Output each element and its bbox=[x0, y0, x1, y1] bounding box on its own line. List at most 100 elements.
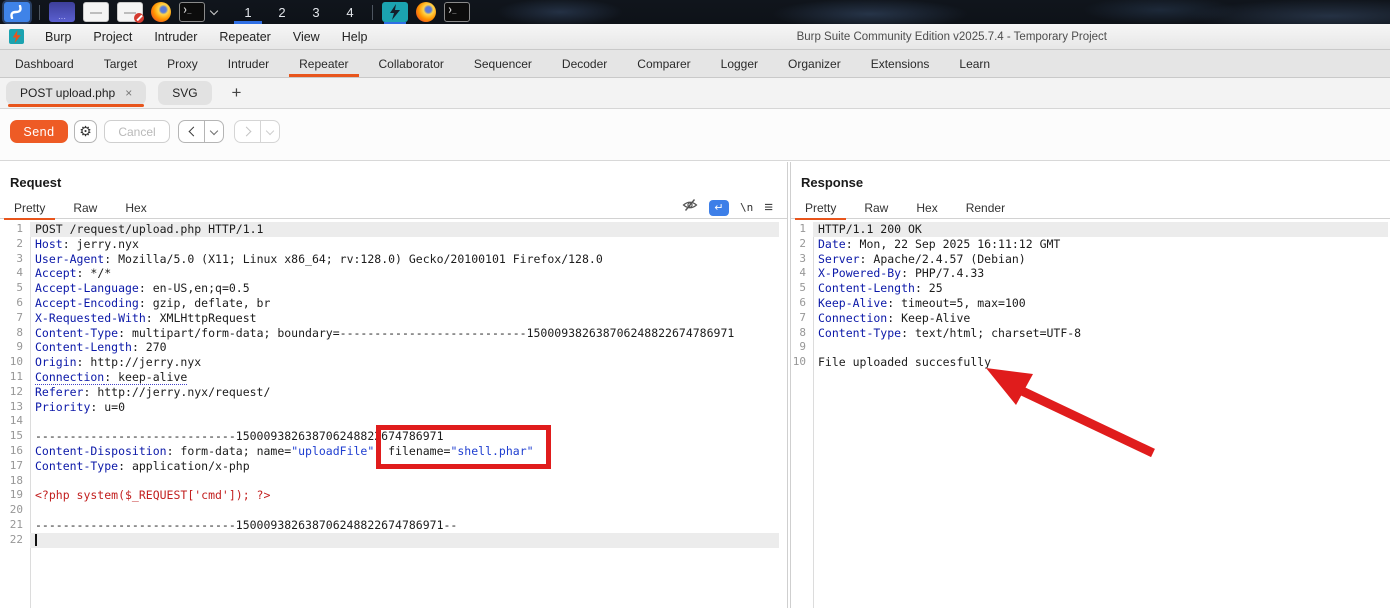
repeater-tab-post-upload[interactable]: POST upload.php × bbox=[6, 81, 146, 105]
main-tab[interactable]: Learn bbox=[944, 50, 1005, 77]
add-tab-button[interactable]: + bbox=[232, 81, 242, 105]
line-content: Referer: http://jerry.nyx/request/ bbox=[30, 385, 779, 400]
chevron-down-icon bbox=[266, 126, 274, 134]
main-tab[interactable]: Comparer bbox=[622, 50, 705, 77]
line-number: 5 bbox=[0, 281, 30, 296]
menu-item[interactable]: View bbox=[282, 24, 331, 50]
line-content bbox=[30, 503, 779, 518]
history-forward-dropdown[interactable] bbox=[261, 120, 280, 143]
burp-icon[interactable] bbox=[382, 2, 408, 22]
line-content: Origin: http://jerry.nyx bbox=[30, 355, 779, 370]
line-content: Date: Mon, 22 Sep 2025 16:11:12 GMT bbox=[813, 237, 1388, 252]
repeater-tab-bar: POST upload.php × SVG + bbox=[0, 78, 1390, 109]
workspace-button[interactable]: 1 bbox=[231, 0, 265, 24]
main-tab[interactable]: Repeater bbox=[284, 50, 363, 77]
menu-item[interactable]: Intruder bbox=[143, 24, 208, 50]
terminal-icon[interactable] bbox=[444, 2, 470, 22]
line-content: HTTP/1.1 200 OK bbox=[813, 222, 1388, 237]
workspace-button[interactable]: 2 bbox=[265, 0, 299, 24]
response-panel-title: Response bbox=[801, 175, 863, 190]
line-content bbox=[813, 340, 1388, 355]
gear-icon[interactable]: ⚙ bbox=[74, 120, 97, 143]
repeater-tab-svg[interactable]: SVG bbox=[158, 81, 211, 105]
main-tab[interactable]: Decoder bbox=[547, 50, 622, 77]
request-view-tab[interactable]: Pretty bbox=[0, 198, 59, 218]
line-number: 5 bbox=[791, 281, 813, 296]
workspace-button[interactable]: 4 bbox=[333, 0, 367, 24]
response-view-tab[interactable]: Render bbox=[952, 198, 1019, 218]
response-view-tab[interactable]: Pretty bbox=[791, 198, 850, 218]
chevron-down-icon[interactable] bbox=[210, 7, 218, 15]
document-blocked-icon[interactable] bbox=[117, 2, 143, 22]
menu-item[interactable]: Help bbox=[331, 24, 379, 50]
code-line: 8Content-Type: multipart/form-data; boun… bbox=[0, 326, 787, 341]
line-content: Accept-Encoding: gzip, deflate, br bbox=[30, 296, 779, 311]
line-content: Content-Type: multipart/form-data; bound… bbox=[30, 326, 779, 341]
main-tab[interactable]: Intruder bbox=[213, 50, 284, 77]
line-number: 7 bbox=[791, 311, 813, 326]
send-button[interactable]: Send bbox=[10, 120, 68, 143]
line-number: 2 bbox=[0, 237, 30, 252]
activities-icon[interactable] bbox=[4, 2, 30, 22]
line-number: 22 bbox=[0, 533, 30, 548]
request-editor-icons: ↵ \n ≡ bbox=[682, 198, 773, 217]
code-line: 9 bbox=[791, 340, 1390, 355]
response-view-tab[interactable]: Raw bbox=[850, 198, 902, 218]
code-line: 7Connection: Keep-Alive bbox=[791, 311, 1390, 326]
line-content bbox=[30, 533, 779, 548]
code-line: 18 bbox=[0, 474, 787, 489]
main-tab[interactable]: Collaborator bbox=[364, 50, 459, 77]
wrap-lines-icon[interactable]: ↵ bbox=[709, 200, 729, 216]
history-back-dropdown[interactable] bbox=[205, 120, 224, 143]
firefox-icon[interactable] bbox=[416, 2, 436, 22]
code-line: 21-----------------------------150009382… bbox=[0, 518, 787, 533]
line-number: 13 bbox=[0, 400, 30, 415]
response-editor[interactable]: 1HTTP/1.1 200 OK2Date: Mon, 22 Sep 2025 … bbox=[791, 222, 1390, 608]
line-content: User-Agent: Mozilla/5.0 (X11; Linux x86_… bbox=[30, 252, 779, 267]
line-content: X-Powered-By: PHP/7.4.33 bbox=[813, 266, 1388, 281]
close-icon[interactable]: × bbox=[125, 86, 132, 100]
line-number: 1 bbox=[0, 222, 30, 237]
request-panel-title: Request bbox=[10, 175, 61, 190]
request-editor[interactable]: 1POST /request/upload.php HTTP/1.12Host:… bbox=[0, 222, 787, 608]
main-tab[interactable]: Sequencer bbox=[459, 50, 547, 77]
menu-item[interactable]: Project bbox=[82, 24, 143, 50]
eye-off-icon[interactable] bbox=[682, 198, 698, 217]
code-line: 9Content-Length: 270 bbox=[0, 340, 787, 355]
code-line: 5Content-Length: 25 bbox=[791, 281, 1390, 296]
main-tab[interactable]: Logger bbox=[706, 50, 773, 77]
code-line: 17Content-Type: application/x-php bbox=[0, 459, 787, 474]
line-number: 4 bbox=[791, 266, 813, 281]
code-line: 16Content-Disposition: form-data; name="… bbox=[0, 444, 787, 459]
terminal-icon[interactable] bbox=[179, 2, 205, 22]
taskbar-separator bbox=[39, 5, 40, 20]
line-content: File uploaded succesfully bbox=[813, 355, 1388, 370]
code-line: 1POST /request/upload.php HTTP/1.1 bbox=[0, 222, 787, 237]
line-number: 14 bbox=[0, 414, 30, 429]
history-back-button[interactable] bbox=[178, 120, 205, 143]
firefox-icon[interactable] bbox=[151, 2, 171, 22]
newline-icon[interactable]: \n bbox=[740, 201, 753, 214]
request-view-tab[interactable]: Raw bbox=[59, 198, 111, 218]
main-tab[interactable]: Dashboard bbox=[0, 50, 89, 77]
request-view-tab[interactable]: Hex bbox=[111, 198, 160, 218]
workspace-button[interactable]: 3 bbox=[299, 0, 333, 24]
line-number: 6 bbox=[791, 296, 813, 311]
menu-item[interactable]: Burp bbox=[34, 24, 82, 50]
chevron-down-icon bbox=[210, 126, 218, 134]
main-tab[interactable]: Target bbox=[89, 50, 152, 77]
main-tab[interactable]: Organizer bbox=[773, 50, 856, 77]
line-content: Content-Disposition: form-data; name="up… bbox=[30, 444, 779, 459]
code-line: 3User-Agent: Mozilla/5.0 (X11; Linux x86… bbox=[0, 252, 787, 267]
cancel-button[interactable]: Cancel bbox=[104, 120, 170, 143]
main-tab[interactable]: Extensions bbox=[856, 50, 945, 77]
history-forward-button[interactable] bbox=[234, 120, 261, 143]
menu-icon[interactable]: ≡ bbox=[764, 201, 773, 215]
main-tab[interactable]: Proxy bbox=[152, 50, 213, 77]
chevron-right-icon bbox=[241, 127, 251, 137]
window-icon[interactable] bbox=[49, 2, 75, 22]
line-number: 11 bbox=[0, 370, 30, 385]
menu-item[interactable]: Repeater bbox=[208, 24, 281, 50]
document-icon[interactable] bbox=[83, 2, 109, 22]
response-view-tab[interactable]: Hex bbox=[902, 198, 951, 218]
